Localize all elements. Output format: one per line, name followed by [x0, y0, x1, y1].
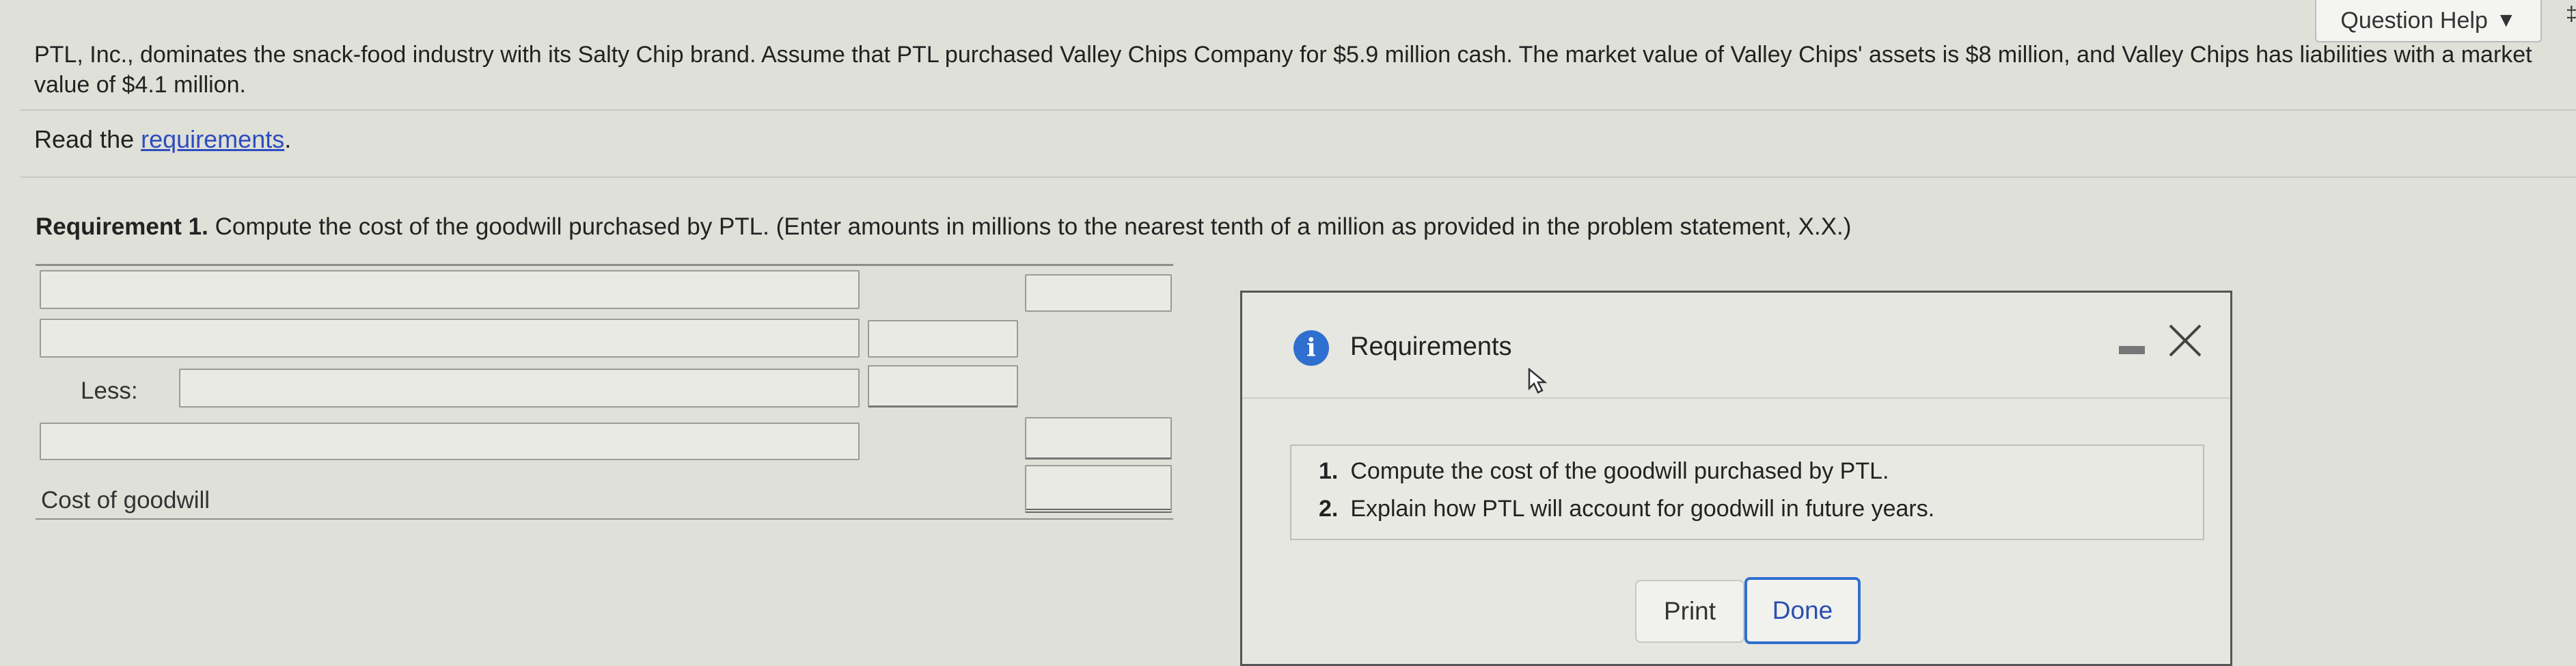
- requirement-heading: Requirement 1. Compute the cost of the g…: [36, 213, 1851, 241]
- amount-input-2[interactable]: [868, 320, 1018, 358]
- requirements-dialog: i Requirements 1. Compute the cost of the…: [1240, 291, 2232, 666]
- print-button[interactable]: Print: [1635, 580, 1744, 643]
- question-help-label: Question Help: [2340, 7, 2488, 34]
- dialog-title: Requirements: [1350, 332, 1512, 361]
- total-input-1[interactable]: [1025, 274, 1172, 312]
- list-item: 1. Compute the cost of the goodwill purch…: [1319, 458, 1889, 484]
- question-help-button[interactable]: Question Help ▼: [2315, 0, 2542, 42]
- account-name-input-3[interactable]: [179, 369, 860, 408]
- less-label: Less:: [81, 377, 138, 404]
- requirements-link[interactable]: requirements: [141, 125, 284, 153]
- requirement-text: Compute the cost of the goodwill purchas…: [208, 213, 1852, 240]
- problem-statement: PTL, Inc., dominates the snack-food indu…: [34, 42, 2532, 98]
- close-icon[interactable]: [2166, 321, 2204, 360]
- edge-glyph: ‡: [2566, 3, 2576, 30]
- amount-input-3[interactable]: [868, 365, 1018, 408]
- divider: [20, 176, 2576, 178]
- dialog-header: i Requirements: [1242, 293, 2230, 399]
- list-item: 2. Explain how PTL will account for goodw…: [1319, 496, 1935, 522]
- done-button[interactable]: Done: [1744, 577, 1861, 644]
- account-name-input-4[interactable]: [40, 423, 860, 460]
- caret-down-icon: ▼: [2495, 9, 2517, 31]
- table-top-rule: [36, 264, 1173, 266]
- account-name-input-1[interactable]: [40, 270, 860, 309]
- requirement-label: Requirement 1.: [36, 213, 208, 240]
- requirements-list: 1. Compute the cost of the goodwill purch…: [1290, 444, 2204, 540]
- read-requirements-line: Read the requirements.: [34, 125, 292, 153]
- table-bottom-rule: [36, 518, 1173, 520]
- account-name-input-2[interactable]: [40, 319, 860, 358]
- total-input-4[interactable]: [1025, 417, 1172, 459]
- cost-of-goodwill-label: Cost of goodwill: [41, 487, 210, 514]
- minimize-button[interactable]: [2119, 346, 2145, 354]
- divider: [20, 109, 2576, 111]
- mouse-cursor-icon: [1528, 368, 1548, 394]
- info-icon: i: [1293, 330, 1329, 366]
- cost-of-goodwill-input[interactable]: [1025, 465, 1172, 513]
